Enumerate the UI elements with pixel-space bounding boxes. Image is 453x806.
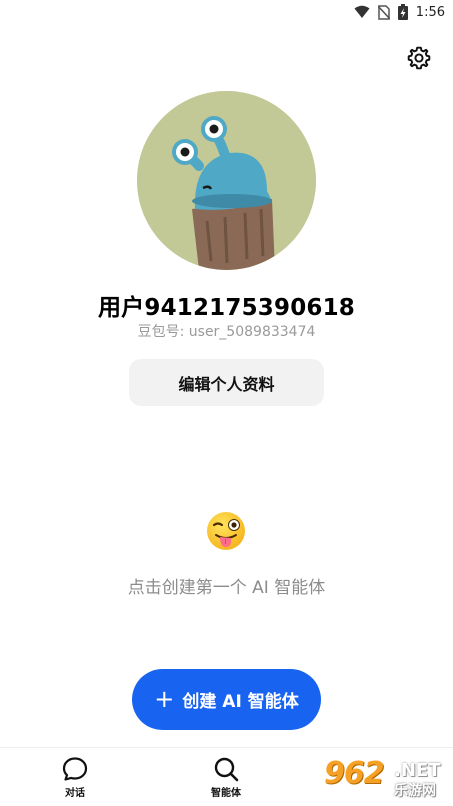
status-icons: 1:56 <box>354 4 445 20</box>
tab-chat-label: 对话 <box>65 788 85 799</box>
snail-creature-avatar-image <box>137 91 316 270</box>
chat-bubble-icon <box>62 757 88 781</box>
site-watermark: 962 .NET 乐游网 <box>318 756 450 802</box>
battery-charging-icon <box>397 4 408 20</box>
empty-state-text: 点击创建第一个 AI 智能体 <box>127 578 326 598</box>
create-agent-button[interactable]: + 创建 AI 智能体 <box>132 669 321 730</box>
create-agent-label: 创建 AI 智能体 <box>182 692 299 712</box>
wifi-icon <box>354 5 370 18</box>
watermark-number: 962 <box>324 756 385 791</box>
search-icon <box>214 757 239 782</box>
tab-agents[interactable]: 智能体 <box>181 756 271 799</box>
gear-icon <box>407 46 431 70</box>
settings-button[interactable] <box>404 43 434 73</box>
avatar[interactable] <box>137 91 316 270</box>
tab-chat[interactable]: 对话 <box>30 756 120 799</box>
tab-agents-label: 智能体 <box>211 788 241 799</box>
user-id: 豆包号: user_5089833474 <box>137 324 316 340</box>
watermark-net: .NET <box>394 760 441 781</box>
username: 用户9412175390618 <box>97 295 356 321</box>
status-bar: 1:56 <box>0 0 453 26</box>
winking-face-tongue-emoji-icon <box>207 512 245 550</box>
plus-icon: + <box>154 684 175 713</box>
edit-profile-button[interactable]: 编辑个人资料 <box>129 359 324 406</box>
watermark-chinese: 乐游网 <box>394 783 436 799</box>
status-time: 1:56 <box>415 4 445 20</box>
no-sim-icon <box>377 4 390 20</box>
